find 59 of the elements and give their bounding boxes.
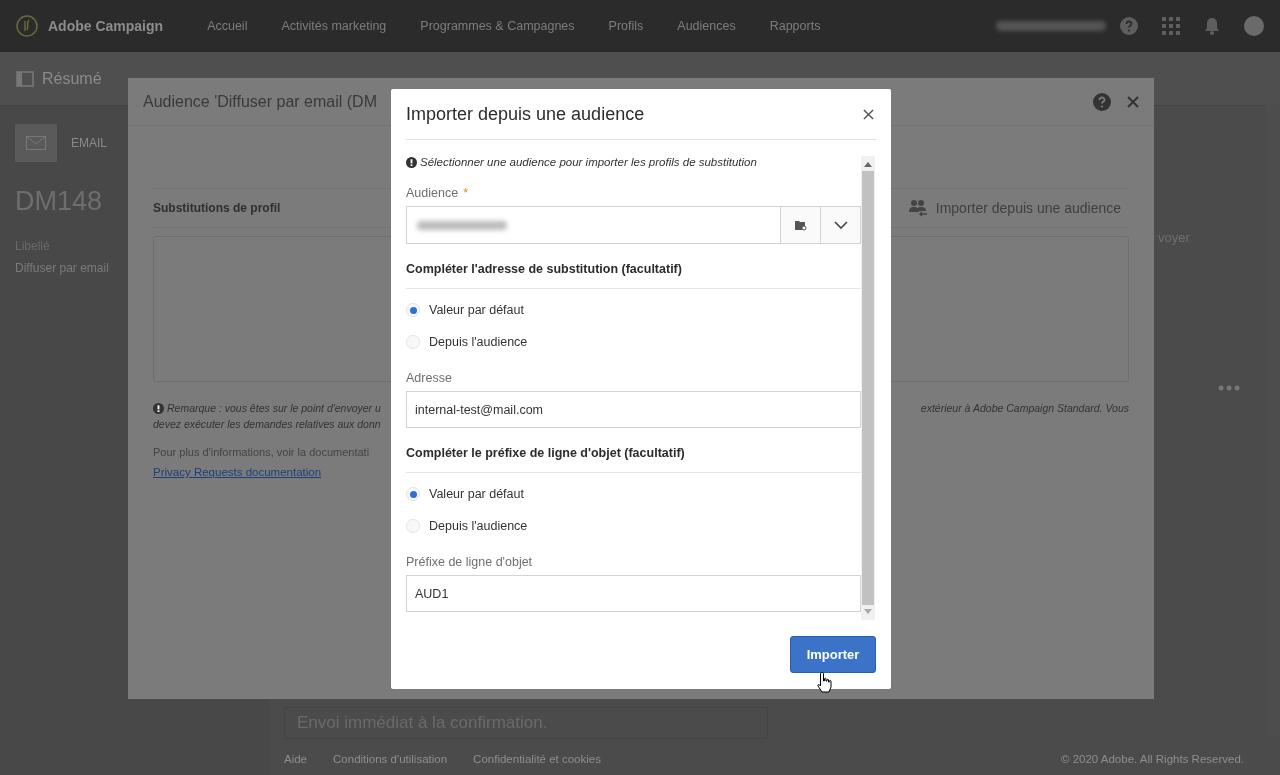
nav-link[interactable]: Activités marketing — [281, 19, 387, 33]
channel-label: EMAIL — [71, 136, 107, 150]
folder-search-icon — [794, 219, 807, 231]
import-audience-link[interactable]: Importer depuis une audience — [907, 199, 1129, 217]
more-icon[interactable] — [1218, 385, 1240, 391]
brand-name: Adobe Campaign — [48, 18, 164, 34]
text-input[interactable]: internal-test@mail.com — [406, 391, 861, 428]
app-grid-icon[interactable] — [1162, 17, 1180, 35]
documentation-link[interactable]: Privacy Requests documentation — [153, 466, 322, 478]
avatar-icon[interactable] — [1244, 16, 1264, 36]
section-heading: Compléter l'adresse de substitution (facultatif) — [406, 262, 861, 289]
footer-link[interactable]: Aide — [284, 753, 308, 765]
nav-link[interactable]: Programmes & Campagnes — [420, 19, 575, 33]
radio-option[interactable]: Valeur par défaut — [406, 483, 861, 505]
required-mark: * — [463, 186, 468, 200]
text-input[interactable]: AUD1 — [406, 575, 861, 612]
modal-title: Audience 'Diffuser par email (DM — [143, 92, 377, 111]
scroll-up-icon[interactable] — [864, 161, 872, 167]
section-title: Substitutions de profil — [153, 201, 281, 215]
close-icon[interactable] — [1127, 95, 1139, 108]
help-icon[interactable] — [1120, 17, 1138, 35]
dialog-title: Importer depuis une audience — [406, 103, 645, 125]
bell-icon[interactable] — [1204, 17, 1220, 35]
scroll-down-icon[interactable] — [864, 609, 872, 615]
close-button[interactable] — [861, 106, 876, 122]
field-label: Audience — [406, 186, 459, 200]
radio-option[interactable]: Depuis l'audience — [406, 515, 861, 537]
envelope-icon — [26, 136, 46, 150]
remark-text: Remarque : vous êtes sur le point d'envoyer u — [167, 401, 381, 416]
remark-text: devez exécuter les demandes relatives aux donn — [153, 417, 381, 432]
radio-option[interactable]: Depuis l'audience — [406, 331, 861, 353]
nav-link[interactable]: Accueil — [207, 19, 248, 33]
help-icon[interactable] — [1093, 92, 1111, 111]
radio-icon[interactable] — [406, 335, 420, 349]
panel-icon[interactable] — [16, 70, 34, 87]
hint-text: Sélectionner une audience pour importer les profils de substitution — [420, 156, 757, 168]
field-label: Adresse — [406, 371, 453, 385]
radio-option[interactable]: Valeur par défaut — [406, 299, 861, 321]
remark-text: extérieur à Adobe Campaign Standard. Vous — [920, 401, 1129, 416]
chevron-down-icon — [833, 221, 848, 229]
radio-icon[interactable] — [406, 303, 420, 317]
nav-link[interactable]: Profils — [608, 19, 644, 33]
logo-icon — [16, 15, 38, 37]
import-button[interactable]: Importer — [790, 636, 876, 673]
field-label: Préfixe de ligne d'objet — [406, 555, 534, 569]
people-import-icon — [907, 199, 928, 217]
section-heading: Compléter le préfixe de ligne d'objet (facultatif) — [406, 446, 861, 473]
copyright: © 2020 Adobe. All Rights Reserved. — [1061, 753, 1244, 765]
info-icon — [153, 402, 164, 414]
info-icon — [406, 156, 417, 168]
summary-title: Résumé — [42, 69, 102, 88]
radio-icon[interactable] — [406, 519, 420, 533]
nav-link[interactable]: Rapports — [769, 19, 821, 33]
radio-icon[interactable] — [406, 487, 420, 501]
footer-link[interactable]: Confidentialité et cookies — [473, 753, 601, 765]
footer-link[interactable]: Conditions d'utilisation — [333, 753, 448, 765]
nav-link[interactable]: Audiences — [677, 19, 736, 33]
browse-button[interactable] — [780, 207, 820, 243]
dropdown-button[interactable] — [820, 207, 860, 243]
